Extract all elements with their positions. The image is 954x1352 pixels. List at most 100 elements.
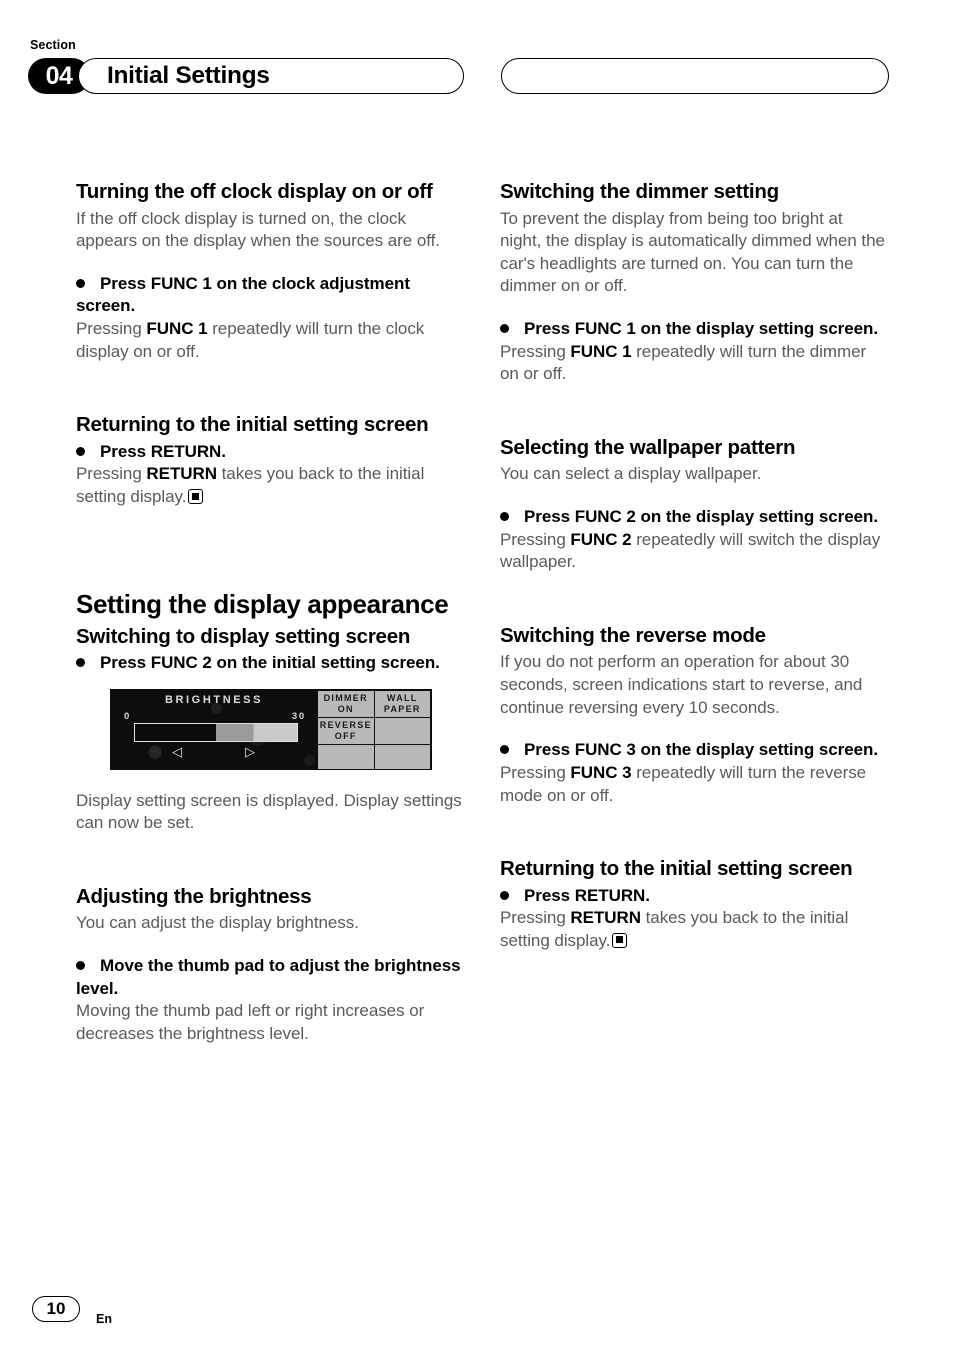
page-title: Initial Settings [107, 62, 270, 89]
topic-selecting-wallpaper: Selecting the wallpaper pattern You can … [500, 436, 886, 574]
topic-turning-off-clock: Turning the off clock display on or off … [76, 180, 462, 363]
lcd-cell-blank-3 [374, 744, 430, 769]
left-column: Turning the off clock display on or off … [76, 180, 462, 1045]
lcd-left-arrow-icon: ◁ [172, 743, 182, 759]
lcd-brightness-label: BRIGHTNESS [164, 693, 264, 706]
section-heading: Setting the display appearance [76, 588, 449, 619]
topic-detail: Pressing FUNC 2 repeatedly will switch t… [500, 529, 886, 574]
bullet-dot-icon [76, 960, 85, 970]
topic-instruction: Press FUNC 2 on the initial setting scre… [76, 652, 462, 675]
detail-emphasis: FUNC 1 [570, 341, 632, 361]
topic-detail: Pressing FUNC 3 repeatedly will turn the… [500, 762, 886, 807]
instruction-text: Press FUNC 1 on the display setting scre… [524, 319, 879, 339]
bullet-dot-icon [500, 745, 509, 755]
instruction-text: Press FUNC 3 on the display setting scre… [524, 740, 879, 760]
lcd-slider-remainder [216, 723, 297, 741]
topic-instruction: Press RETURN. [76, 441, 462, 464]
display-setting-screen-figure: BRIGHTNESS 0 30 ◁ ▷ DIMMER ON WALL PAPER R… [110, 688, 432, 770]
end-of-topic-marker-icon [612, 932, 628, 948]
topic-heading: Switching the reverse mode [500, 623, 766, 647]
page-number-badge: 10 [32, 1296, 80, 1322]
figure-caption: Display setting screen is displayed. Dis… [76, 790, 462, 833]
topic-instruction: Press FUNC 3 on the display setting scre… [500, 739, 886, 762]
topic-heading: Selecting the wallpaper pattern [500, 435, 796, 459]
lcd-cell-line1: REVERSE [319, 720, 372, 731]
topic-instruction: Press RETURN. [500, 885, 886, 908]
lcd-cell-line1: DIMMER [323, 693, 368, 704]
lcd-scale-min: 0 [124, 710, 131, 722]
topic-detail: Pressing RETURN takes you back to the in… [76, 463, 462, 508]
topic-instruction: Press FUNC 2 on the display setting scre… [500, 506, 886, 529]
instruction-text: Move the thumb pad to adjust the brightn… [76, 955, 461, 998]
topic-heading: Returning to the initial setting screen [76, 413, 429, 437]
lcd-brightness-slider [134, 722, 298, 742]
lcd-cell-blank-2 [318, 744, 374, 769]
header-title-pill: Initial Settings [78, 58, 464, 94]
lcd-cell-line2: ON [337, 703, 354, 714]
bullet-dot-icon [76, 278, 85, 288]
topic-intro: You can adjust the display brightness. [76, 913, 359, 933]
topic-instruction: Press FUNC 1 on the clock adjustment scr… [76, 273, 462, 318]
topic-detail: Pressing FUNC 1 repeatedly will turn the… [76, 318, 462, 363]
lcd-cell-dimmer: DIMMER ON [318, 690, 374, 717]
detail-pre: Pressing [76, 319, 147, 339]
bullet-dot-icon [76, 657, 85, 667]
topic-detail: Pressing FUNC 1 repeatedly will turn the… [500, 341, 886, 386]
header-right-pill [501, 58, 889, 94]
detail-pre: Pressing [500, 762, 571, 782]
page-footer: 10 En [0, 1282, 954, 1352]
topic-setting-display-appearance: Setting the display appearance Switching… [76, 589, 462, 835]
bullet-dot-icon [76, 446, 85, 456]
topic-intro: If the off clock display is turned on, t… [76, 208, 440, 251]
lcd-cell-line2: OFF [334, 730, 357, 741]
language-label: En [96, 1312, 112, 1326]
topic-switching-dimmer: Switching the dimmer setting To prevent … [500, 180, 886, 386]
detail-emphasis: FUNC 1 [146, 319, 208, 339]
topic-intro: If you do not perform an operation for a… [500, 652, 863, 717]
bullet-dot-icon [500, 512, 509, 522]
topic-detail: Pressing RETURN takes you back to the in… [500, 907, 886, 952]
topic-heading: Turning the off clock display on or off [76, 180, 433, 203]
lcd-slider-fill [135, 723, 216, 741]
detail-pre: Pressing [500, 341, 571, 361]
topic-detail: Moving the thumb pad left or right incre… [76, 1001, 425, 1043]
instruction-text: Press FUNC 1 on the clock adjustment scr… [76, 273, 410, 316]
topic-intro: To prevent the display from being too br… [500, 208, 885, 296]
topic-instruction: Press FUNC 1 on the display setting scre… [500, 318, 886, 341]
topic-switching-reverse-mode: Switching the reverse mode If you do not… [500, 624, 886, 807]
lcd-brightness-panel: BRIGHTNESS 0 30 ◁ ▷ [110, 689, 318, 770]
lcd-cell-blank-1 [374, 717, 430, 744]
topic-intro: You can select a display wallpaper. [500, 464, 762, 484]
topic-returning-initial-setting: Returning to the initial setting screen … [76, 413, 462, 508]
detail-emphasis: FUNC 2 [570, 529, 632, 549]
detail-emphasis: FUNC 3 [570, 762, 632, 782]
topic-adjusting-brightness: Adjusting the brightness You can adjust … [76, 885, 462, 1046]
topic-heading: Switching to display setting screen [76, 625, 411, 649]
instruction-text: Press RETURN. [100, 441, 226, 461]
instruction-text: Press FUNC 2 on the display setting scre… [524, 507, 879, 527]
end-of-topic-marker-icon [188, 489, 204, 505]
instruction-text: Press FUNC 2 on the initial setting scre… [100, 652, 440, 672]
lcd-right-arrow-icon: ▷ [245, 743, 255, 759]
section-label: Section [30, 38, 76, 52]
detail-pre: Pressing [500, 908, 571, 928]
detail-emphasis: RETURN [146, 464, 217, 484]
right-column: Switching the dimmer setting To prevent … [500, 180, 886, 953]
lcd-cell-wallpaper: WALL PAPER [374, 690, 430, 717]
detail-emphasis: RETURN [570, 908, 641, 928]
topic-heading: Returning to the initial setting screen [500, 857, 853, 881]
topic-instruction: Move the thumb pad to adjust the brightn… [76, 955, 462, 1000]
lcd-scale-max: 30 [291, 710, 306, 722]
page-header: Section 04 Initial Settings [0, 0, 954, 110]
topic-returning-initial-setting-2: Returning to the initial setting screen … [500, 857, 886, 952]
lcd-function-grid: DIMMER ON WALL PAPER REVERSE OFF [318, 690, 430, 769]
bullet-dot-icon [500, 324, 509, 334]
lcd-cell-reverse: REVERSE OFF [318, 717, 374, 744]
bullet-dot-icon [500, 890, 509, 900]
detail-pre: Pressing [500, 529, 571, 549]
lcd-cell-line2: PAPER [383, 703, 421, 714]
topic-heading: Switching the dimmer setting [500, 180, 779, 203]
instruction-text: Press RETURN. [524, 885, 650, 905]
detail-pre: Pressing [76, 464, 147, 484]
lcd-cell-line1: WALL [386, 693, 418, 704]
